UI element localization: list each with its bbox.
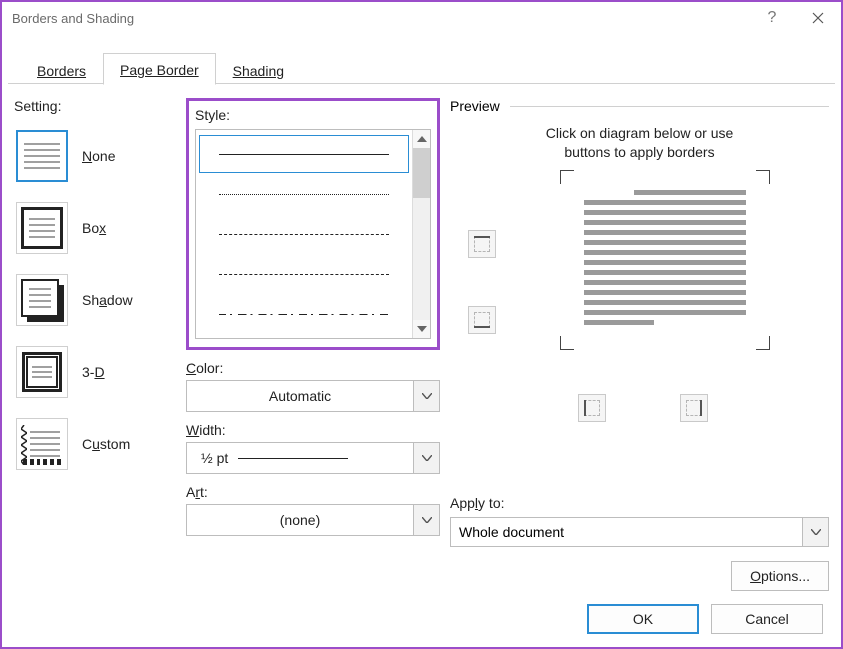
setting-box-label: Box xyxy=(82,220,106,236)
color-dropdown-button[interactable] xyxy=(413,381,439,411)
corner-tr xyxy=(756,170,770,184)
border-top-toggle[interactable] xyxy=(468,230,496,258)
chevron-down-icon xyxy=(811,529,821,535)
apply-to-row: Apply to: Whole document xyxy=(450,495,829,547)
border-right-toggle[interactable] xyxy=(680,394,708,422)
width-sample-line xyxy=(238,458,348,459)
cancel-button[interactable]: Cancel xyxy=(711,604,823,634)
borders-shading-dialog: Borders and Shading ? Borders Page Borde… xyxy=(0,0,843,649)
tab-borders-label: Borders xyxy=(37,63,86,79)
border-bottom-icon xyxy=(474,312,490,328)
art-dropdown-button[interactable] xyxy=(413,505,439,535)
preview-header: Preview xyxy=(450,98,829,114)
chevron-down-icon xyxy=(422,455,432,461)
options-row: Options... xyxy=(450,561,829,591)
color-label: Color: xyxy=(186,360,440,376)
preview-page[interactable] xyxy=(560,170,770,350)
tab-borders[interactable]: Borders xyxy=(20,54,103,85)
setting-custom-label: Custom xyxy=(82,436,130,452)
art-label: Art: xyxy=(186,484,440,500)
style-item-solid[interactable] xyxy=(198,134,410,174)
color-combo[interactable]: Automatic xyxy=(186,380,440,412)
dialog-footer: OK Cancel xyxy=(2,591,841,647)
art-value: (none) xyxy=(187,512,413,528)
close-button[interactable] xyxy=(795,2,841,34)
style-column: Style: xyxy=(186,98,440,591)
setting-custom-icon xyxy=(16,418,68,470)
dialog-body: Setting: None Box Shadow xyxy=(2,84,841,591)
width-combo[interactable]: ½ pt xyxy=(186,442,440,474)
chevron-down-icon xyxy=(422,393,432,399)
preview-hint-line2: buttons to apply borders xyxy=(564,144,714,160)
preview-hint: Click on diagram below or use buttons to… xyxy=(450,124,829,162)
apply-to-value: Whole document xyxy=(459,524,564,540)
setting-none[interactable]: None xyxy=(14,120,186,192)
preview-page-lines xyxy=(584,190,746,330)
preview-hint-line1: Click on diagram below or use xyxy=(546,125,734,141)
setting-3d-label: 3-D xyxy=(82,364,105,380)
style-items xyxy=(196,130,412,338)
close-icon xyxy=(812,12,824,24)
style-highlight-box: Style: xyxy=(186,98,440,350)
help-icon: ? xyxy=(768,9,777,27)
titlebar-buttons: ? xyxy=(749,2,841,34)
cancel-label: Cancel xyxy=(745,611,789,627)
tabstrip: Borders Page Border Shading xyxy=(2,50,841,84)
art-combo[interactable]: (none) xyxy=(186,504,440,536)
ok-button[interactable]: OK xyxy=(587,604,699,634)
setting-box[interactable]: Box xyxy=(14,192,186,264)
preview-column: Preview Click on diagram below or use bu… xyxy=(440,98,829,591)
style-item-dashdot[interactable] xyxy=(196,294,412,334)
setting-column: Setting: None Box Shadow xyxy=(14,98,186,591)
setting-box-icon xyxy=(16,202,68,254)
setting-none-icon xyxy=(16,130,68,182)
width-label: Width: xyxy=(186,422,440,438)
setting-shadow-icon xyxy=(16,274,68,326)
window-title: Borders and Shading xyxy=(12,11,134,26)
corner-tl xyxy=(560,170,574,184)
preview-label: Preview xyxy=(450,98,500,114)
width-value: ½ pt xyxy=(187,450,228,466)
preview-divider xyxy=(510,106,829,107)
apply-to-label: Apply to: xyxy=(450,495,829,511)
tab-shading-label: Shading xyxy=(233,63,284,79)
tab-page-border[interactable]: Page Border xyxy=(103,53,216,85)
border-left-toggle[interactable] xyxy=(578,394,606,422)
corner-bl xyxy=(560,336,574,350)
setting-label: Setting: xyxy=(14,98,186,114)
setting-none-label: None xyxy=(82,148,115,164)
border-right-icon xyxy=(686,400,702,416)
apply-to-dropdown-button[interactable] xyxy=(802,518,828,546)
border-bottom-toggle[interactable] xyxy=(468,306,496,334)
options-button[interactable]: Options... xyxy=(731,561,829,591)
tab-shading[interactable]: Shading xyxy=(216,54,301,85)
color-value: Automatic xyxy=(187,388,413,404)
scroll-up-icon[interactable] xyxy=(413,130,430,148)
border-top-icon xyxy=(474,236,490,252)
setting-shadow-label: Shadow xyxy=(82,292,133,308)
border-left-icon xyxy=(584,400,600,416)
chevron-down-icon xyxy=(422,517,432,523)
style-scrollbar[interactable] xyxy=(412,130,430,338)
width-dropdown-button[interactable] xyxy=(413,443,439,473)
corner-br xyxy=(756,336,770,350)
style-item-thin[interactable] xyxy=(196,174,412,214)
style-listbox[interactable] xyxy=(195,129,431,339)
help-button[interactable]: ? xyxy=(749,2,795,34)
setting-custom[interactable]: Custom xyxy=(14,408,186,480)
preview-area xyxy=(450,188,829,491)
ok-label: OK xyxy=(633,611,653,627)
scroll-track[interactable] xyxy=(413,198,430,320)
apply-to-combo[interactable]: Whole document xyxy=(450,517,829,547)
setting-3d[interactable]: 3-D xyxy=(14,336,186,408)
scroll-down-icon[interactable] xyxy=(413,320,430,338)
scroll-thumb[interactable] xyxy=(413,148,430,198)
style-item-dash-fine[interactable] xyxy=(196,214,412,254)
tab-page-border-label: Page Border xyxy=(120,62,199,78)
style-label: Style: xyxy=(195,107,431,123)
setting-shadow[interactable]: Shadow xyxy=(14,264,186,336)
style-item-dash[interactable] xyxy=(196,254,412,294)
setting-3d-icon xyxy=(16,346,68,398)
titlebar: Borders and Shading ? xyxy=(2,2,841,34)
